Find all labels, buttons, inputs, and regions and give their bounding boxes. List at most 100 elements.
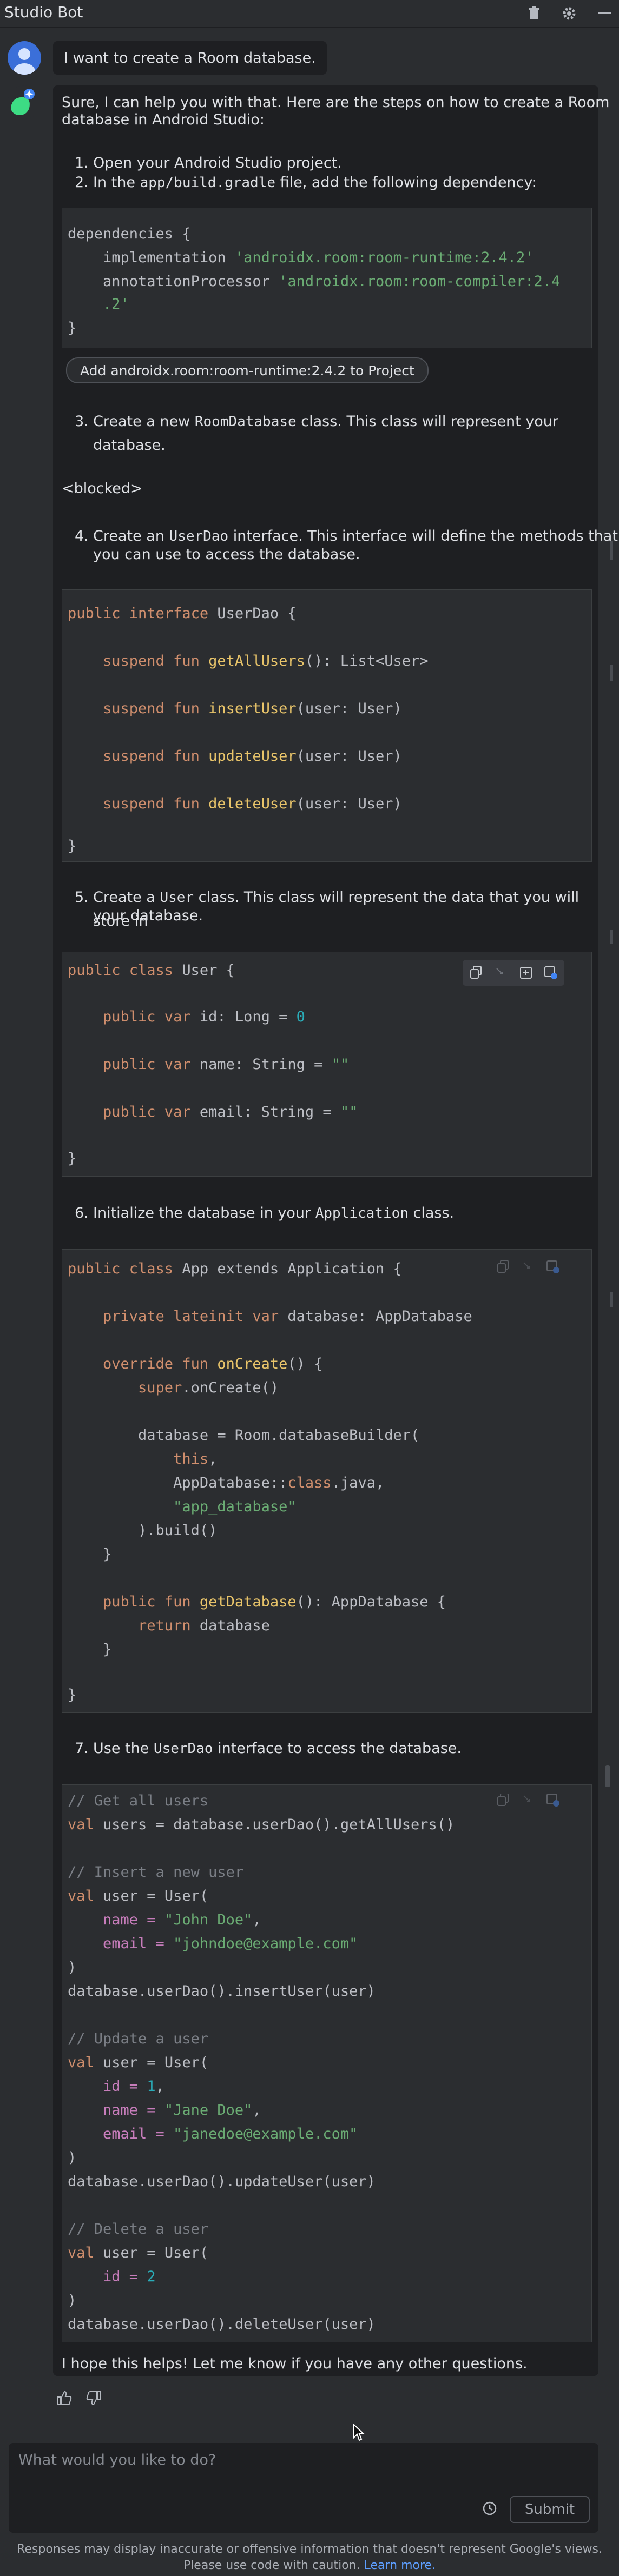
step-number-5: 5. [75, 889, 89, 906]
code-block-user-class[interactable]: public class User { public var id: Long … [62, 952, 592, 1177]
step-number-7: 7. [75, 1740, 89, 1757]
code-line: public interface UserDao { [68, 605, 297, 622]
code-block-userdao[interactable]: public interface UserDao { suspend fun g… [62, 589, 592, 862]
step-2-text: In the app/build.gradle file, add the fo… [93, 174, 537, 191]
inline-code: app/build.gradle [140, 175, 276, 191]
learn-more-link[interactable]: Learn more. [364, 2559, 436, 2572]
code-block-usage[interactable]: // Get all users val users = database.us… [62, 1784, 592, 2342]
code-line: private lateinit var database: AppDataba… [68, 1308, 472, 1325]
user-message: I want to create a Room database. [53, 41, 327, 75]
code-line: database = Room.databaseBuilder( [68, 1427, 420, 1444]
explain-icon[interactable] [542, 964, 560, 982]
code-line: suspend fun deleteUser(user: User) [68, 795, 402, 812]
code-toolbar [490, 1787, 567, 1813]
history-icon[interactable] [482, 2500, 498, 2517]
code-line: .2' [68, 296, 129, 313]
code-line: val user = User( [68, 2245, 209, 2261]
copy-icon[interactable] [494, 1791, 512, 1809]
code-line: ).build() [68, 1522, 218, 1539]
code-line: // Delete a user [68, 2221, 209, 2238]
code-line: "app_database" [68, 1498, 297, 1515]
code-line: ) [68, 2149, 77, 2166]
code-line: public var name: String = "" [68, 1056, 350, 1073]
code-line: name = "Jane Doe", [68, 2102, 261, 2119]
code-line: ) [68, 1959, 77, 1976]
insert-at-cursor-icon[interactable] [519, 1791, 537, 1809]
code-line: } [68, 320, 77, 336]
code-line: } [68, 1687, 77, 1703]
explain-icon[interactable] [544, 1791, 562, 1809]
code-line: public class User { [68, 962, 235, 979]
step-5-text-cont: your database. [93, 907, 203, 924]
trash-icon[interactable] [525, 4, 543, 23]
explain-icon[interactable] [544, 1258, 562, 1276]
mouse-cursor-icon [353, 2423, 366, 2446]
code-line: // Get all users [68, 1792, 209, 1809]
minimize-icon[interactable] [595, 4, 614, 23]
disclaimer-line-2: Please use code with caution. Learn more… [183, 2559, 436, 2572]
step-7-text: Use the UserDao interface to access the … [93, 1740, 462, 1757]
scrollbar-thumb[interactable] [605, 1765, 610, 1787]
code-line: email = "johndoe@example.com" [68, 1935, 358, 1952]
code-line: super.onCreate() [68, 1379, 279, 1396]
code-line: } [68, 1150, 77, 1167]
code-line: } [68, 1546, 112, 1563]
intro-line-2: database in Android Studio: [62, 111, 265, 128]
step-number-3: 3. [75, 413, 89, 430]
code-line: val users = database.userDao().getAllUse… [68, 1816, 455, 1833]
code-line: name = "John Doe", [68, 1911, 261, 1928]
code-line: return database [68, 1617, 270, 1634]
code-line: // Update a user [68, 2030, 209, 2047]
gutter-mark [610, 541, 613, 560]
gutter-mark [610, 930, 613, 944]
thumbs-up-icon[interactable] [56, 2390, 75, 2408]
code-line: public var email: String = "" [68, 1104, 358, 1120]
code-line: database.userDao().insertUser(user) [68, 1983, 376, 2000]
step-6-text: Initialize the database in your Applicat… [93, 1205, 455, 1221]
gutter-mark [610, 1292, 613, 1307]
insert-at-cursor-icon[interactable] [492, 964, 510, 982]
new-file-icon[interactable] [517, 964, 535, 982]
code-line: // Insert a new user [68, 1864, 244, 1881]
thumbs-down-icon[interactable] [85, 2390, 104, 2408]
code-line: suspend fun insertUser(user: User) [68, 700, 402, 717]
code-line: public fun getDatabase(): AppDatabase { [68, 1594, 446, 1610]
code-toolbar [490, 1254, 567, 1280]
blocked-placeholder: <blocked> [62, 480, 143, 497]
code-block-dependencies[interactable]: dependencies { implementation 'androidx.… [62, 208, 592, 348]
code-line: this, [68, 1451, 218, 1468]
code-line: suspend fun updateUser(user: User) [68, 748, 402, 765]
add-dependency-button[interactable]: Add androidx.room:room-runtime:2.4.2 to … [66, 357, 429, 383]
step-number-6: 6. [75, 1205, 89, 1221]
code-line: email = "janedoe@example.com" [68, 2126, 358, 2142]
user-avatar [8, 41, 41, 75]
code-toolbar [463, 960, 564, 986]
code-line: suspend fun getAllUsers(): List<User> [68, 653, 429, 669]
outro-text: I hope this helps! Let me know if you ha… [62, 2355, 528, 2372]
code-line: val user = User( [68, 1888, 209, 1904]
code-block-application[interactable]: public class App extends Application { p… [62, 1249, 592, 1713]
insert-at-cursor-icon[interactable] [519, 1258, 537, 1276]
gutter-mark [610, 665, 613, 681]
code-line: ) [68, 2292, 77, 2309]
step-number-4: 4. [75, 528, 89, 545]
step-4-text-cont: you can use to access the database. [93, 546, 360, 563]
code-line: public class App extends Application { [68, 1260, 402, 1277]
gear-icon[interactable] [560, 4, 578, 23]
window-title: Studio Bot [4, 3, 83, 21]
code-line: override fun onCreate() { [68, 1356, 323, 1372]
code-line: public var id: Long = 0 [68, 1008, 305, 1025]
code-line: AppDatabase::class.java, [68, 1475, 385, 1491]
copy-icon[interactable] [494, 1258, 512, 1276]
code-line: id = 1, [68, 2078, 164, 2095]
code-line: database.userDao().updateUser(user) [68, 2173, 376, 2190]
disclaimer: Responses may display inaccurate or offe… [0, 2541, 619, 2574]
code-line: val user = User( [68, 2054, 209, 2071]
code-line: } [68, 838, 77, 854]
prompt-placeholder: What would you like to do? [18, 2452, 216, 2468]
copy-icon[interactable] [467, 964, 485, 982]
studio-bot-avatar [8, 85, 41, 119]
code-line: implementation 'androidx.room:room-runti… [68, 249, 534, 266]
step-number-2: 2. [75, 174, 89, 191]
submit-button[interactable]: Submit [510, 2496, 590, 2523]
